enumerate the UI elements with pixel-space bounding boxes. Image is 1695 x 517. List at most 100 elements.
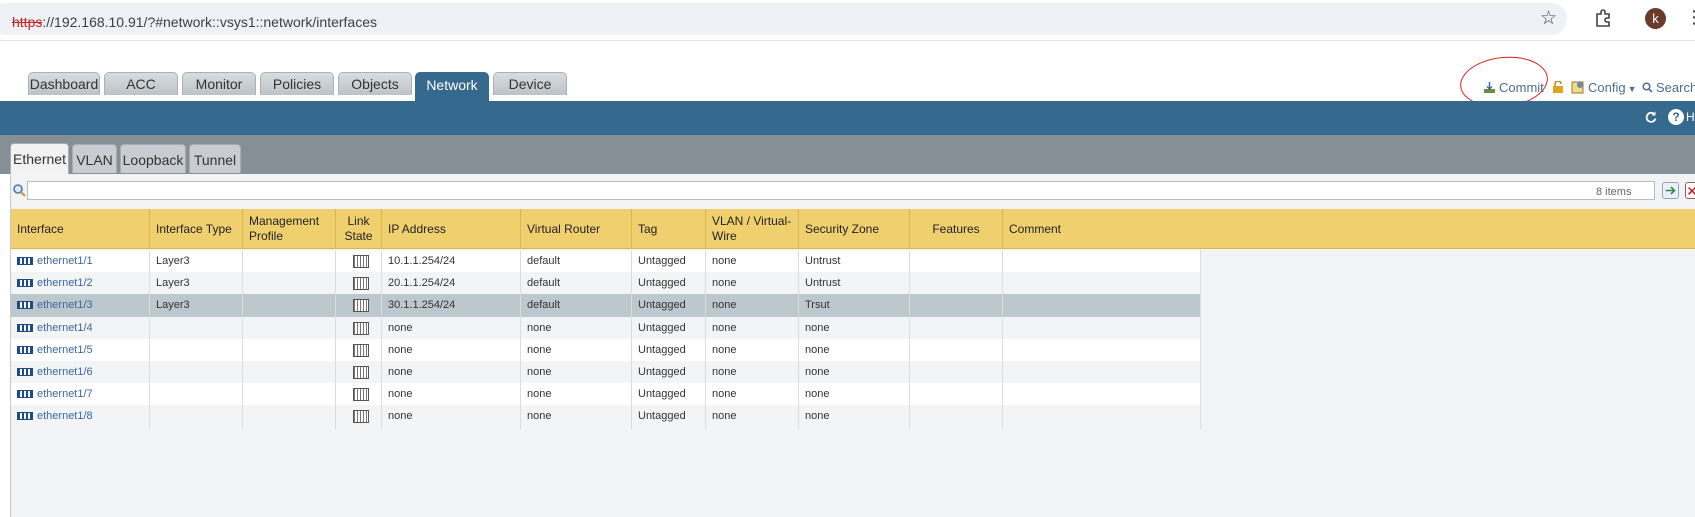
column-header-tag[interactable]: Tag [632, 209, 706, 249]
link-state-icon[interactable] [353, 343, 369, 357]
address-bar[interactable]: e https://192.168.10.91/?#network::vsys1… [0, 3, 1567, 35]
features-cell [910, 294, 1003, 319]
management-profile-cell [243, 294, 336, 319]
interface-cell[interactable]: ethernet1/7 [11, 383, 150, 408]
search-button[interactable]: Search [1656, 80, 1695, 95]
config-button[interactable]: Config ▼ [1588, 80, 1637, 95]
link-state-icon[interactable] [353, 388, 369, 402]
table-row[interactable]: ethernet1/7 none none Untagged none none [11, 383, 1201, 408]
lock-icon[interactable] [1552, 81, 1564, 93]
link-state-cell [336, 316, 382, 341]
features-cell [910, 361, 1003, 385]
security-zone-cell: none [799, 383, 910, 408]
ip-address-cell: 10.1.1.254/24 [382, 250, 521, 274]
clear-filter-icon[interactable] [1685, 182, 1695, 199]
table-row[interactable]: ethernet1/6 none none Untagged none none [11, 361, 1201, 385]
help-label[interactable]: He [1686, 110, 1695, 124]
ip-address-cell: none [382, 383, 521, 408]
ethernet-port-icon [17, 368, 33, 377]
virtual-router-cell: default [521, 250, 632, 274]
tab-objects[interactable]: Objects [338, 72, 412, 95]
table-row[interactable]: ethernet1/1 Layer3 10.1.1.254/24 default… [11, 250, 1201, 274]
interface-type-cell [150, 383, 243, 408]
tab-acc[interactable]: ACC [104, 72, 178, 95]
security-zone-cell: none [799, 316, 910, 341]
interface-link[interactable]: ethernet1/4 [37, 322, 93, 334]
filter-input[interactable] [27, 181, 1655, 200]
url-text[interactable]: https://192.168.10.91/?#network::vsys1::… [12, 14, 377, 30]
ethernet-port-icon [17, 257, 33, 266]
link-state-icon[interactable] [353, 321, 369, 335]
column-header-management-profile[interactable]: Management Profile [243, 209, 336, 249]
interface-link[interactable]: ethernet1/3 [37, 299, 93, 311]
commit-button[interactable]: Commit [1499, 80, 1544, 95]
vlan-virtual-wire-cell: none [706, 294, 799, 319]
comment-cell [1003, 338, 1201, 363]
tag-cell: Untagged [632, 361, 706, 385]
link-state-cell [336, 250, 382, 274]
column-header-vlan-virtual-wire[interactable]: VLAN / Virtual-Wire [706, 209, 799, 249]
interface-link[interactable]: ethernet1/2 [37, 277, 93, 289]
avatar[interactable]: k [1645, 8, 1666, 29]
tab-loopback[interactable]: Loopback [120, 144, 186, 173]
interface-link[interactable]: ethernet1/1 [37, 255, 93, 267]
tab-vlan[interactable]: VLAN [72, 144, 117, 173]
refresh-icon[interactable] [1644, 110, 1658, 124]
link-state-icon[interactable] [353, 366, 369, 379]
item-count: 8 items [1596, 186, 1632, 198]
management-profile-cell [243, 272, 336, 297]
column-header-features[interactable]: Features [910, 209, 1003, 249]
interface-cell[interactable]: ethernet1/5 [11, 338, 150, 363]
table-row[interactable]: ethernet1/8 none none Untagged none none [11, 405, 1201, 430]
interface-cell[interactable]: ethernet1/6 [11, 361, 150, 385]
table-row[interactable]: ethernet1/5 none none Untagged none none [11, 338, 1201, 363]
interface-cell[interactable]: ethernet1/1 [11, 250, 150, 274]
table-row[interactable]: ethernet1/2 Layer3 20.1.1.254/24 default… [11, 272, 1201, 297]
column-header-ip-address[interactable]: IP Address [382, 209, 521, 249]
tab-device[interactable]: Device [493, 72, 567, 95]
virtual-router-cell: none [521, 316, 632, 341]
interface-link[interactable]: ethernet1/6 [37, 366, 93, 378]
interface-cell[interactable]: ethernet1/8 [11, 405, 150, 430]
interface-type-cell [150, 405, 243, 430]
commit-icon [1484, 82, 1495, 93]
link-state-icon[interactable] [353, 255, 369, 268]
comment-cell [1003, 405, 1201, 430]
config-icon [1571, 81, 1584, 94]
link-state-icon[interactable] [353, 277, 369, 291]
help-icon[interactable]: ? [1668, 109, 1684, 125]
interface-cell[interactable]: ethernet1/4 [11, 316, 150, 341]
column-header-virtual-router[interactable]: Virtual Router [521, 209, 632, 249]
apply-filter-icon[interactable] [1662, 182, 1679, 199]
column-header-link-state[interactable]: Link State [336, 209, 382, 249]
tab-tunnel[interactable]: Tunnel [189, 144, 241, 173]
ethernet-port-icon [17, 412, 33, 421]
column-header-interface-type[interactable]: Interface Type [150, 209, 243, 249]
tab-network[interactable]: Network [415, 72, 489, 101]
tag-cell: Untagged [632, 294, 706, 319]
interface-cell[interactable]: ethernet1/3 [11, 294, 150, 319]
table-row[interactable]: ethernet1/4 none none Untagged none none [11, 316, 1201, 341]
features-cell [910, 272, 1003, 297]
bookmark-star-icon[interactable]: ☆ [1540, 7, 1557, 30]
menu-dots-icon[interactable]: ⋮ [1685, 7, 1695, 28]
column-header-comment[interactable]: Comment [1003, 209, 1695, 249]
filter-search-icon [13, 184, 26, 197]
column-header-interface[interactable]: Interface [11, 209, 150, 249]
interface-link[interactable]: ethernet1/5 [37, 344, 93, 356]
comment-cell [1003, 361, 1201, 385]
tab-ethernet[interactable]: Ethernet [10, 143, 69, 174]
link-state-icon[interactable] [353, 299, 369, 313]
column-header-security-zone[interactable]: Security Zone [799, 209, 910, 249]
interface-cell[interactable]: ethernet1/2 [11, 272, 150, 297]
virtual-router-cell: default [521, 294, 632, 319]
table-row[interactable]: ethernet1/3 Layer3 30.1.1.254/24 default… [11, 294, 1201, 319]
tab-dashboard[interactable]: Dashboard [28, 72, 100, 95]
features-cell [910, 405, 1003, 430]
tab-policies[interactable]: Policies [260, 72, 334, 95]
interface-link[interactable]: ethernet1/7 [37, 388, 93, 400]
interface-link[interactable]: ethernet1/8 [37, 410, 93, 422]
extension-icon[interactable] [1594, 9, 1612, 27]
tab-monitor[interactable]: Monitor [182, 72, 256, 95]
link-state-icon[interactable] [353, 410, 369, 424]
